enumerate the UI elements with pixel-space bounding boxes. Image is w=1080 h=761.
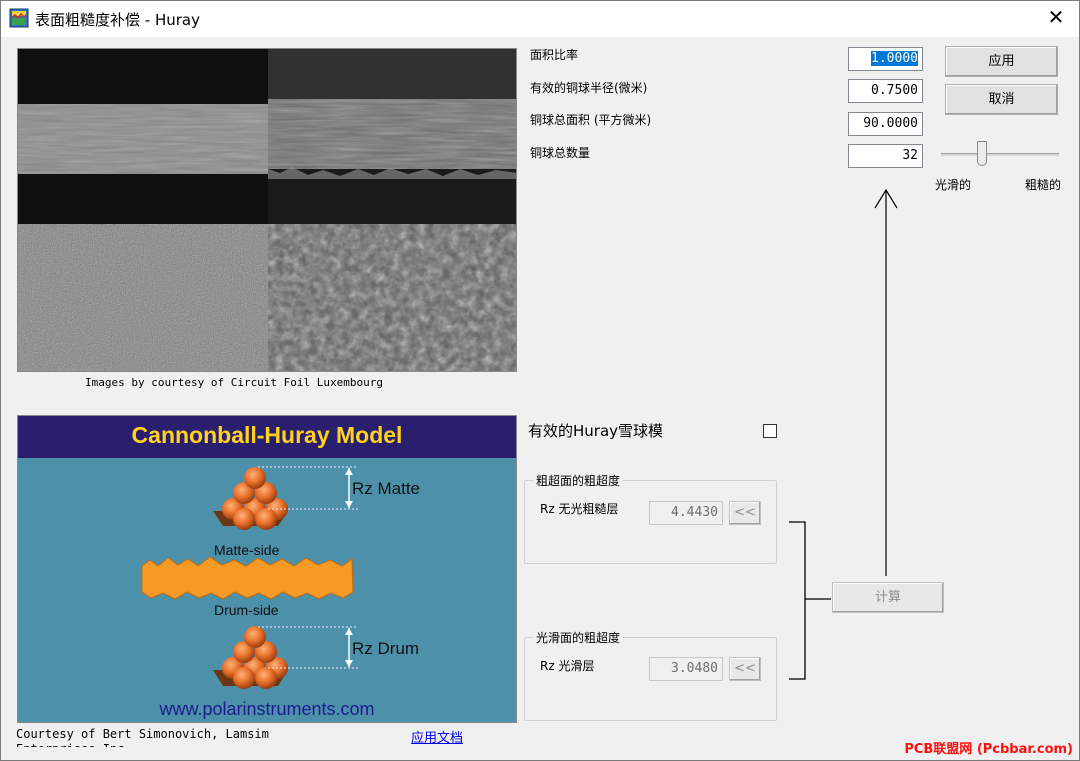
area-ratio-label: 面积比率 xyxy=(530,48,579,62)
count-label: 铜球总数量 xyxy=(530,146,591,160)
sem-photo xyxy=(17,48,517,372)
radius-field[interactable]: 0.7500 xyxy=(848,79,923,103)
model-url: www.polarinstruments.com xyxy=(159,699,375,719)
calculate-button[interactable]: 计算 xyxy=(832,582,944,613)
snowball-model-checkbox[interactable] xyxy=(763,424,777,438)
matte-sphere-pyramid xyxy=(213,467,288,530)
smooth-copy-back-button[interactable]: << xyxy=(729,657,761,681)
count-field[interactable]: 32 xyxy=(848,144,923,168)
rz-drum-label: Rz Drum xyxy=(352,639,420,658)
matte-side-label: Matte-side xyxy=(214,542,280,558)
roughness-slider-track[interactable] xyxy=(941,153,1059,156)
courtesy-text: Courtesy of Bert Simonovich, Lamsim Ente… xyxy=(16,727,269,747)
arrow-up-icon xyxy=(874,188,898,576)
huray-model-diagram: Cannonball-Huray Model Rz Matte Matte-si… xyxy=(17,415,517,723)
rz-matte-label: Rz Matte xyxy=(352,479,421,498)
sem-caption: Images by courtesy of Circuit Foil Luxem… xyxy=(85,376,384,389)
slider-smooth-label: 光滑的 xyxy=(935,178,972,192)
copper-foil-strip xyxy=(141,556,354,600)
area-ratio-value: 1.0000 xyxy=(871,51,918,66)
rough-side-legend: 粗超面的粗超度 xyxy=(533,472,624,489)
drum-side-label: Drum-side xyxy=(214,602,279,618)
smooth-side-legend: 光滑面的粗超度 xyxy=(533,629,624,646)
roughness-app-icon xyxy=(9,8,29,28)
cancel-button[interactable]: 取消 xyxy=(945,84,1058,115)
slider-rough-label: 粗糙的 xyxy=(1025,178,1062,192)
dialog-window: 表面粗糙度补偿 - Huray ✕ Images by courtesy of … xyxy=(0,0,1080,761)
total-area-field[interactable]: 90.0000 xyxy=(848,112,923,136)
window-title: 表面粗糙度补偿 - Huray xyxy=(35,11,200,29)
rough-rz-label: Rz 无光粗糙层 xyxy=(540,502,619,516)
smooth-rz-label: Rz 光滑层 xyxy=(540,659,595,673)
title-bar: 表面粗糙度补偿 - Huray ✕ xyxy=(1,1,1079,37)
watermark: PCB联盟网 (Pcbbar.com) xyxy=(904,742,1073,757)
snowball-model-label: 有效的Huray雪球模 xyxy=(528,422,664,440)
smooth-rz-field[interactable]: 3.0480 xyxy=(649,657,723,681)
total-area-label: 铜球总面积 (平方微米) xyxy=(530,113,652,127)
rough-copy-back-button[interactable]: << xyxy=(729,501,761,525)
rough-rz-field[interactable]: 4.4430 xyxy=(649,501,723,525)
drum-sphere-pyramid xyxy=(213,626,288,689)
apply-button[interactable]: 应用 xyxy=(945,46,1058,77)
roughness-slider-thumb[interactable] xyxy=(977,141,987,166)
close-icon[interactable]: ✕ xyxy=(1033,1,1079,35)
app-docs-link[interactable]: 应用文档 xyxy=(411,727,463,746)
area-ratio-field[interactable]: 1.0000 xyxy=(848,47,923,71)
radius-label: 有效的铜球半径(微米) xyxy=(530,81,648,95)
groups-bracket xyxy=(789,521,831,680)
